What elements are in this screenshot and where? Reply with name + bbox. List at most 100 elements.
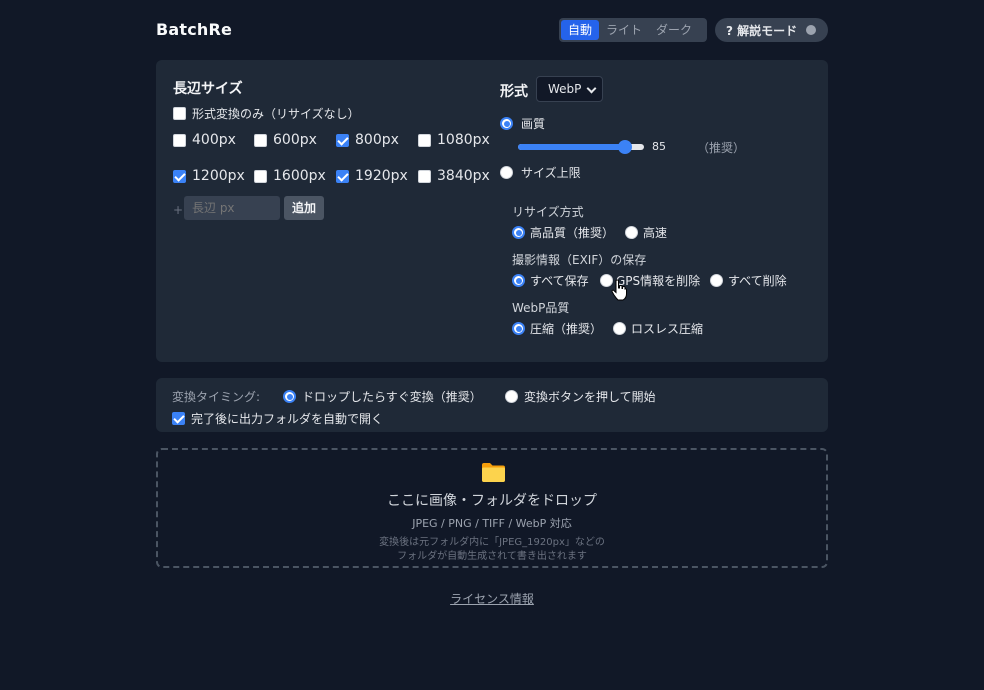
slider-thumb[interactable] bbox=[618, 140, 633, 154]
size-option-1200[interactable]: 1200px bbox=[173, 168, 245, 184]
theme-light-button[interactable]: ライト bbox=[599, 20, 649, 40]
theme-switcher: 自動 ライト ダーク bbox=[559, 18, 707, 42]
resize-option-label: 高品質（推奨） bbox=[530, 226, 615, 240]
size-checkbox[interactable] bbox=[418, 133, 431, 147]
exif-option-label: すべて保存 bbox=[530, 274, 589, 288]
toggle-knob bbox=[806, 25, 816, 35]
size-option-1920[interactable]: 1920px bbox=[336, 168, 408, 184]
size-label: 1920px bbox=[355, 168, 408, 184]
theme-auto-button[interactable]: 自動 bbox=[561, 20, 600, 40]
help-mode-label: ? 解説モード bbox=[726, 23, 798, 38]
drop-zone-title: ここに画像・フォルダをドロップ bbox=[387, 493, 597, 509]
size-option-400[interactable]: 400px bbox=[173, 132, 236, 148]
webp-radio[interactable] bbox=[613, 322, 626, 335]
exif-title: 撮影情報（EXIF）の保存 bbox=[512, 253, 647, 267]
drop-zone-note-line2: フォルダが自動生成されて書き出されます bbox=[397, 551, 587, 562]
help-mode-toggle[interactable]: ? 解説モード bbox=[715, 18, 828, 42]
exif-radio[interactable] bbox=[710, 274, 723, 287]
exif-keep-all-option[interactable]: すべて保存 bbox=[512, 272, 589, 289]
size-label: 1080px bbox=[437, 132, 490, 148]
format-only-option[interactable]: 形式変換のみ（リサイズなし） bbox=[173, 105, 360, 122]
webp-quality-title: WebP品質 bbox=[512, 301, 570, 315]
exif-option-label: すべて削除 bbox=[728, 274, 787, 288]
long-side-title: 長辺サイズ bbox=[173, 81, 243, 97]
size-label: 3840px bbox=[437, 168, 490, 184]
quality-hint: （推奨） bbox=[697, 141, 746, 155]
format-only-label: 形式変換のみ（リサイズなし） bbox=[192, 107, 360, 121]
open-folder-label: 完了後に出力フォルダを自動で開く bbox=[191, 412, 384, 426]
webp-radio[interactable] bbox=[512, 322, 525, 335]
custom-size-input[interactable] bbox=[184, 196, 280, 220]
size-checkbox[interactable] bbox=[254, 133, 267, 147]
chevron-down-icon bbox=[586, 83, 597, 94]
timing-option-label: ドロップしたらすぐ変換（推奨） bbox=[302, 390, 482, 404]
webp-option-label: 圧縮（推奨） bbox=[530, 322, 603, 336]
size-option-1600[interactable]: 1600px bbox=[254, 168, 326, 184]
size-checkbox[interactable] bbox=[254, 169, 267, 183]
size-label: 400px bbox=[192, 132, 236, 148]
timing-radio[interactable] bbox=[283, 390, 296, 403]
drop-zone-note: 変換後は元フォルダ内に「JPEG_1920px」などの フォルダが自動生成されて… bbox=[158, 536, 826, 564]
size-label: 1600px bbox=[273, 168, 326, 184]
app-title: BatchRe bbox=[156, 20, 233, 39]
folder-icon bbox=[482, 463, 505, 482]
quality-slider[interactable] bbox=[518, 140, 644, 154]
exif-radio[interactable] bbox=[512, 274, 525, 287]
size-checkbox[interactable] bbox=[418, 169, 431, 183]
resize-radio[interactable] bbox=[625, 226, 638, 239]
exif-remove-all-option[interactable]: すべて削除 bbox=[710, 272, 787, 289]
timing-button-option[interactable]: 変換ボタンを押して開始 bbox=[505, 388, 656, 405]
size-checkbox[interactable] bbox=[336, 169, 349, 183]
timing-radio[interactable] bbox=[505, 390, 518, 403]
add-size-button[interactable]: 追加 bbox=[284, 196, 324, 220]
drop-zone[interactable]: ここに画像・フォルダをドロップ JPEG / PNG / TIFF / WebP… bbox=[156, 448, 828, 568]
size-limit-label: サイズ上限 bbox=[521, 166, 581, 180]
size-checkbox[interactable] bbox=[336, 133, 349, 147]
size-option-800[interactable]: 800px bbox=[336, 132, 399, 148]
exif-option-label: GPS情報を削除 bbox=[616, 274, 701, 288]
size-checkbox[interactable] bbox=[173, 133, 186, 147]
drop-zone-note-line1: 変換後は元フォルダ内に「JPEG_1920px」などの bbox=[379, 537, 605, 548]
timing-label: 変換タイミング: bbox=[172, 390, 261, 404]
resize-method-title: リサイズ方式 bbox=[512, 205, 584, 219]
webp-option-label: ロスレス圧縮 bbox=[631, 322, 704, 336]
hand-cursor-icon bbox=[611, 279, 627, 301]
quality-label: 画質 bbox=[521, 117, 546, 131]
open-folder-checkbox[interactable] bbox=[172, 412, 185, 425]
timing-option-label: 変換ボタンを押して開始 bbox=[524, 390, 656, 404]
resize-high-quality-option[interactable]: 高品質（推奨） bbox=[512, 224, 614, 241]
drop-zone-formats: JPEG / PNG / TIFF / WebP 対応 bbox=[412, 517, 572, 530]
size-option-600[interactable]: 600px bbox=[254, 132, 317, 148]
format-only-checkbox[interactable] bbox=[173, 107, 186, 120]
resize-option-label: 高速 bbox=[643, 226, 668, 240]
timing-row: 変換タイミング: bbox=[172, 388, 260, 405]
settings-panel: 長辺サイズ 形式変換のみ（リサイズなし） 400px 600px 800px 1… bbox=[156, 60, 828, 362]
format-selected: WebP bbox=[548, 82, 582, 96]
resize-fast-option[interactable]: 高速 bbox=[625, 224, 667, 241]
open-folder-option[interactable]: 完了後に出力フォルダを自動で開く bbox=[172, 410, 383, 427]
quality-option[interactable]: 画質 bbox=[500, 115, 545, 132]
license-link[interactable]: ライセンス情報 bbox=[156, 590, 828, 607]
size-limit-radio[interactable] bbox=[500, 166, 513, 179]
quality-value: 85 bbox=[652, 140, 666, 153]
timing-immediate-option[interactable]: ドロップしたらすぐ変換（推奨） bbox=[283, 388, 482, 405]
size-option-3840[interactable]: 3840px bbox=[418, 168, 490, 184]
size-option-1080[interactable]: 1080px bbox=[418, 132, 490, 148]
quality-radio[interactable] bbox=[500, 117, 513, 130]
size-label: 1200px bbox=[192, 168, 245, 184]
size-label: 800px bbox=[355, 132, 399, 148]
format-title: 形式 bbox=[500, 84, 528, 100]
timing-panel: 変換タイミング: ドロップしたらすぐ変換（推奨） 変換ボタンを押して開始 完了後… bbox=[156, 378, 828, 432]
webp-lossy-option[interactable]: 圧縮（推奨） bbox=[512, 320, 602, 337]
webp-lossless-option[interactable]: ロスレス圧縮 bbox=[613, 320, 703, 337]
add-size-row: + bbox=[173, 203, 183, 217]
resize-radio[interactable] bbox=[512, 226, 525, 239]
plus-icon: + bbox=[173, 203, 184, 217]
size-label: 600px bbox=[273, 132, 317, 148]
size-checkbox[interactable] bbox=[173, 169, 186, 183]
theme-dark-button[interactable]: ダーク bbox=[649, 20, 699, 40]
size-limit-option[interactable]: サイズ上限 bbox=[500, 164, 581, 181]
format-select[interactable]: WebP bbox=[536, 76, 603, 102]
slider-fill bbox=[518, 144, 626, 150]
header: BatchRe 自動 ライト ダーク ? 解説モード bbox=[156, 17, 828, 43]
